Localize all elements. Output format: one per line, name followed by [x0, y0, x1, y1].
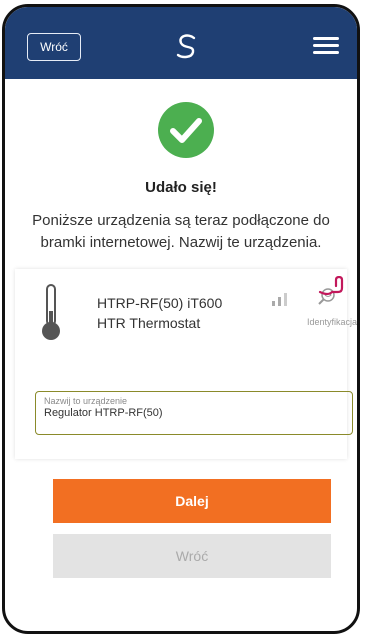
device-card: HTRP-RF(50) iT600 HTR Thermostat Identyf…	[15, 269, 358, 459]
signal-strength-icon	[272, 293, 287, 306]
identify-label: Identyfikacja	[307, 317, 358, 327]
back-button[interactable]: Wróć	[53, 534, 331, 578]
header-back-button[interactable]: Wróć	[27, 33, 81, 61]
logo-icon	[176, 34, 196, 59]
hamburger-menu-icon[interactable]	[313, 37, 339, 55]
app-header: Wróć	[5, 7, 357, 79]
success-title: Udało się!	[145, 179, 217, 196]
device-name-field-label: Nazwij to urządzenie	[44, 396, 128, 406]
device-name: HTRP-RF(50) iT600	[97, 295, 223, 311]
device-name-field[interactable]: Nazwij to urządzenie Regulator HTRP-RF(5…	[35, 391, 353, 435]
device-name-field-value: Regulator HTRP-RF(50)	[44, 407, 163, 419]
thermometer-icon	[42, 284, 60, 340]
success-description: Poniższe urządzenia są teraz podłączone …	[32, 212, 330, 251]
device-type: HTR Thermostat	[97, 315, 201, 331]
next-button[interactable]: Dalej	[53, 479, 331, 523]
checkmark-icon	[158, 102, 214, 158]
phone-frame: Wróć Udało się! Poniższe urządzenia są t…	[2, 4, 360, 634]
pointing-hand-icon	[318, 276, 344, 296]
